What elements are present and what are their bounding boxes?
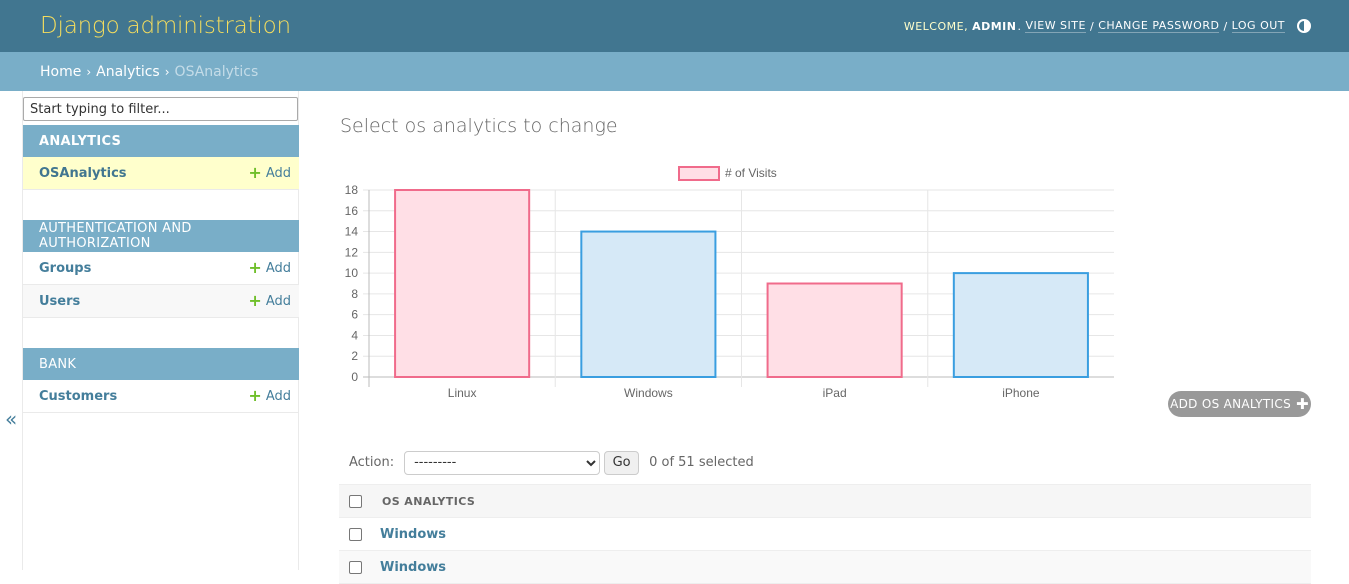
- bar-linux: [394, 189, 531, 378]
- row-checkbox[interactable]: [349, 560, 362, 574]
- row-link[interactable]: Windows: [380, 527, 446, 542]
- y-tick-label: 8: [351, 287, 358, 301]
- add-label: Add: [265, 260, 291, 276]
- legend-label: # of Visits: [725, 166, 777, 180]
- select-all-checkbox[interactable]: [349, 494, 362, 508]
- add-label: Add: [265, 293, 291, 309]
- table-header: OS ANALYTICS: [339, 484, 1311, 518]
- log-out-link[interactable]: LOG OUT: [1231, 19, 1285, 33]
- sidebar-item-osanalytics: OSAnalytics + Add: [23, 157, 299, 190]
- module-caption-analytics[interactable]: ANALYTICS: [23, 125, 299, 157]
- y-tick-label: 12: [345, 245, 359, 259]
- y-tick-label: 18: [345, 183, 359, 197]
- nav-filter-input[interactable]: [23, 97, 298, 121]
- actions-bar: Action: --------- Go 0 of 51 selected: [339, 449, 754, 476]
- model-link-osanalytics[interactable]: OSAnalytics: [39, 166, 127, 181]
- chart-svg: 0 2 4 6 8 10 12 14 16 18 Linux Windows iPad iPhone # o…: [345, 166, 1114, 400]
- action-label: Action:: [349, 455, 395, 470]
- sidebar-item-groups: Groups + Add: [23, 252, 299, 285]
- column-header-os-analytics[interactable]: OS ANALYTICS: [382, 495, 475, 508]
- add-label: Add: [265, 165, 291, 181]
- action-select[interactable]: ---------: [404, 450, 601, 475]
- x-tick-label: iPhone: [1002, 386, 1040, 400]
- x-tick-label: Windows: [624, 386, 673, 400]
- theme-toggle-icon[interactable]: [1297, 19, 1311, 33]
- add-os-analytics-button[interactable]: ADD OS ANALYTICS ✚: [1168, 391, 1311, 417]
- nav-sidebar: ANALYTICS OSAnalytics +Add AUTHENTICATIO…: [22, 91, 299, 570]
- breadcrumb-analytics[interactable]: Analytics: [96, 64, 160, 80]
- add-groups-link[interactable]: + Add: [248, 260, 291, 276]
- site-branding[interactable]: Django administration: [40, 13, 291, 39]
- module-caption-auth[interactable]: AUTHENTICATION AND AUTHORIZATION: [23, 220, 299, 252]
- change-password-link[interactable]: CHANGE PASSWORD: [1098, 19, 1220, 33]
- add-customers-link[interactable]: + Add: [248, 388, 291, 404]
- sidebar-item-users: Users + Add: [23, 285, 299, 318]
- breadcrumb-home[interactable]: Home: [40, 64, 81, 80]
- view-site-link[interactable]: VIEW SITE: [1025, 19, 1086, 33]
- bar-iphone: [952, 272, 1089, 378]
- breadcrumb-separator: ›: [86, 64, 92, 79]
- visits-chart: 0 2 4 6 8 10 12 14 16 18 Linux Windows iPad iPhone # o…: [339, 160, 1129, 405]
- toggle-sidebar-icon[interactable]: «: [5, 407, 17, 431]
- x-tick-label: iPad: [823, 386, 847, 400]
- welcome-text: WELCOME,: [903, 19, 969, 33]
- legend-swatch: [678, 166, 720, 181]
- result-list-table: OS ANALYTICS Windows Windows: [339, 484, 1311, 584]
- model-link-customers[interactable]: Customers: [39, 389, 117, 404]
- bar-ipad: [766, 282, 903, 378]
- y-tick-label: 16: [345, 204, 359, 218]
- sidebar-item-customers: Customers + Add: [23, 380, 299, 413]
- row-checkbox[interactable]: [349, 527, 362, 541]
- module-caption-bank[interactable]: BANK: [23, 348, 299, 380]
- plus-icon: +: [248, 386, 262, 405]
- add-label: Add: [265, 388, 291, 404]
- y-tick-label: 2: [351, 349, 358, 363]
- model-link-groups[interactable]: Groups: [39, 261, 91, 276]
- header: Django administration WELCOME, ADMIN. VI…: [0, 0, 1349, 52]
- model-link-users[interactable]: Users: [39, 294, 80, 309]
- plus-icon: +: [248, 258, 262, 277]
- y-tick-label: 0: [351, 370, 358, 384]
- breadcrumb-current: OSAnalytics: [174, 63, 259, 80]
- y-tick-label: 4: [351, 328, 358, 342]
- row-link[interactable]: Windows: [380, 560, 446, 575]
- user-tools: WELCOME, ADMIN. VIEW SITE / CHANGE PASSW…: [903, 19, 1311, 33]
- breadcrumb: Home › Analytics › OSAnalytics: [0, 52, 1349, 91]
- plus-icon: +: [248, 163, 262, 182]
- plus-icon: ✚: [1296, 395, 1309, 413]
- add-users-link[interactable]: + Add: [248, 293, 291, 309]
- add-button-label: ADD OS ANALYTICS: [1170, 397, 1291, 411]
- page-title: Select os analytics to change: [340, 115, 618, 137]
- x-tick-label: Linux: [448, 386, 477, 400]
- username: ADMIN: [972, 19, 1017, 33]
- y-tick-label: 10: [345, 266, 359, 280]
- table-row: Windows: [339, 551, 1311, 584]
- action-counter: 0 of 51 selected: [649, 455, 754, 470]
- plus-icon: +: [248, 291, 262, 310]
- y-tick-label: 14: [345, 225, 359, 239]
- table-row: Windows: [339, 518, 1311, 551]
- add-osanalytics-link[interactable]: + Add: [248, 165, 291, 181]
- breadcrumb-separator: ›: [164, 64, 170, 79]
- bar-windows: [580, 230, 717, 378]
- y-tick-label: 6: [351, 308, 358, 322]
- go-button[interactable]: Go: [604, 450, 640, 475]
